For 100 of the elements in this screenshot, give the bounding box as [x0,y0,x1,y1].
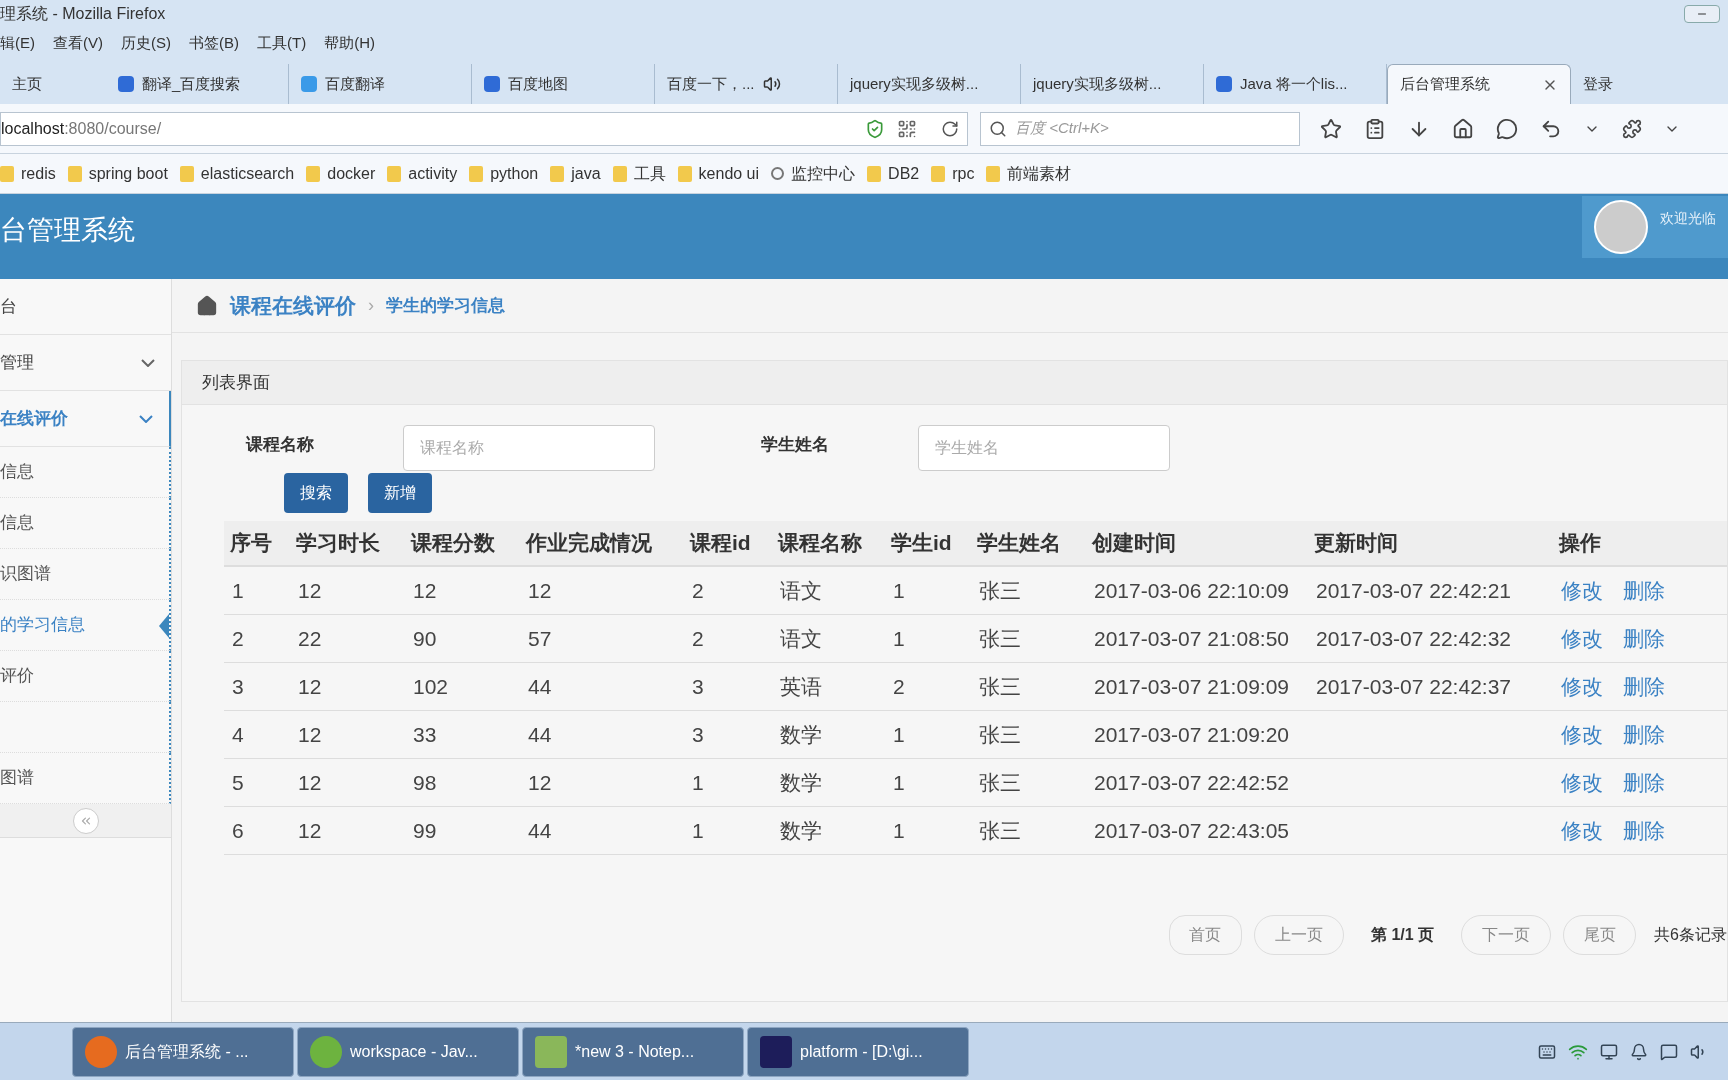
bookmark-link[interactable]: spring boot [88,161,168,186]
table-cell-text: 张三 [978,769,1022,796]
search-input[interactable]: 百度 <Ctrl+K> [1015,117,1291,140]
table-cell-text: 2017-03-06 22:10:09 [1093,577,1290,604]
table-cell-text: 98 [412,769,438,796]
edit-link[interactable]: 修改 [1561,718,1603,751]
home-icon [196,294,218,317]
browser-tab[interactable]: 登录 [1571,64,1681,104]
sidebar-item[interactable]: 台 [0,279,171,335]
search-button[interactable]: 搜索 [284,473,348,513]
folder-icon [179,165,194,182]
home-icon[interactable] [1452,117,1474,140]
bookmark-link[interactable]: 前端素材 [1007,161,1072,186]
edit-link[interactable]: 修改 [1561,814,1603,847]
avatar-icon [1594,200,1648,254]
menu-item[interactable]: 辑(E) [0,31,35,55]
record-count: 共6条记录 [1654,925,1727,945]
taskbar-button[interactable]: *new 3 - Notep... [522,1026,744,1077]
search-box[interactable]: 百度 <Ctrl+K> [980,111,1300,146]
delete-link[interactable]: 删除 [1623,814,1665,847]
browser-tab[interactable]: 后台管理系统 [1387,64,1571,104]
bookmark-star-icon[interactable] [1320,117,1342,140]
browser-tab[interactable]: 主页 [0,64,106,104]
column-header: 作业完成情况 [524,530,653,557]
column-header: 课程分数 [409,530,496,557]
table-cell-text: 英语 [779,673,823,700]
table-cell-text: 2 [691,625,705,652]
menu-item[interactable]: 帮助(H) [324,31,375,55]
bookmark-link[interactable]: DB2 [888,161,920,186]
sidebar-subitem[interactable]: 信息 [0,447,171,498]
column-header: 学生姓名 [976,530,1062,557]
url-field[interactable]: localhost:8080/course/ [0,111,968,146]
delete-link[interactable]: 删除 [1623,622,1665,655]
delete-link[interactable]: 删除 [1623,574,1665,607]
table-cell-text: 12 [297,673,323,700]
clipboard-icon[interactable] [1364,117,1386,140]
edit-link[interactable]: 修改 [1561,574,1603,607]
table-cell-text: 数学 [779,769,823,796]
bookmark-link[interactable]: kendo ui [698,161,760,186]
table-cell-text: 1 [892,769,906,796]
bookmark-link[interactable]: 监控中心 [791,161,856,186]
table-cell-text: 3 [691,673,705,700]
column-header: 序号 [229,530,273,557]
bookmark-link[interactable]: rpc [952,161,975,186]
bookmark-link[interactable]: activity [408,161,458,186]
sidebar-subitem[interactable]: 评价 [0,651,171,702]
page-indicator: 第 1/1 页 [1370,925,1436,945]
sidebar-subitem[interactable]: 的学习信息 [0,600,171,651]
menu-item[interactable]: 查看(V) [53,31,103,55]
delete-link[interactable]: 删除 [1623,718,1665,751]
filter-label: 课程名称 [246,434,315,456]
delete-link[interactable]: 删除 [1623,766,1665,799]
table-cell-text: 语文 [779,577,823,604]
taskbar-button[interactable]: platform - [D:\gi... [747,1026,969,1077]
column-header: 课程名称 [776,530,863,557]
breadcrumb-separator: › [368,294,374,317]
sidebar-item[interactable]: 管理 [0,335,171,391]
bookmark-link[interactable]: python [490,161,539,186]
taskbar-button[interactable]: workspace - Jav... [297,1026,519,1077]
sidebar-subitem[interactable]: 识图谱 [0,549,171,600]
window-title: 理系统 - Mozilla Firefox [0,4,166,24]
message-icon[interactable] [1660,1042,1678,1061]
edit-link[interactable]: 修改 [1561,766,1603,799]
bell-icon[interactable] [1630,1042,1648,1061]
table-cell-text: 张三 [978,625,1022,652]
keyboard-icon[interactable] [1538,1042,1556,1061]
bookmark-link[interactable]: 工具 [633,161,666,186]
folder-icon [677,165,692,182]
table-cell-text: 5 [231,769,245,796]
add-button[interactable]: 新增 [368,473,432,513]
bookmark-link[interactable]: elasticsearch [200,161,295,186]
bookmark-link[interactable]: java [571,161,601,186]
delete-link[interactable]: 删除 [1623,670,1665,703]
edit-link[interactable]: 修改 [1561,622,1603,655]
breadcrumb-current: 学生的学习信息 [386,294,505,317]
speaker-icon[interactable] [762,75,781,93]
monitor-icon[interactable] [1600,1042,1618,1061]
sidebar-item[interactable]: 在线评价 [0,391,171,447]
puzzle-icon[interactable] [1622,118,1642,139]
qr-code-icon[interactable] [897,118,917,139]
table-cell-text: 数学 [779,721,823,748]
breadcrumb-link[interactable]: 课程在线评价 [230,289,356,322]
table-cell-text: 12 [297,577,323,604]
chat-icon[interactable] [1496,117,1518,140]
table-cell-text: 张三 [978,673,1022,700]
filter-field[interactable]: 课程名称 [403,425,655,471]
bookmark-link[interactable]: docker [327,161,376,186]
table-cell-text: 语文 [779,625,823,652]
table-cell-text: 2 [892,673,906,700]
edit-link[interactable]: 修改 [1561,670,1603,703]
menu-item[interactable]: 历史(S) [121,31,171,55]
sidebar-subitem[interactable]: 信息 [0,498,171,549]
reload-icon[interactable] [941,119,959,138]
globe-icon [85,1035,117,1068]
menu-item[interactable]: 书签(B) [189,31,239,55]
menu-item[interactable]: 工具(T) [257,31,307,55]
filter-field[interactable]: 学生姓名 [918,425,1170,471]
bookmark-link[interactable]: redis [21,161,56,186]
taskbar-button[interactable]: 后台管理系统 - ... [72,1026,294,1077]
column-header: 操作 [1557,530,1602,557]
